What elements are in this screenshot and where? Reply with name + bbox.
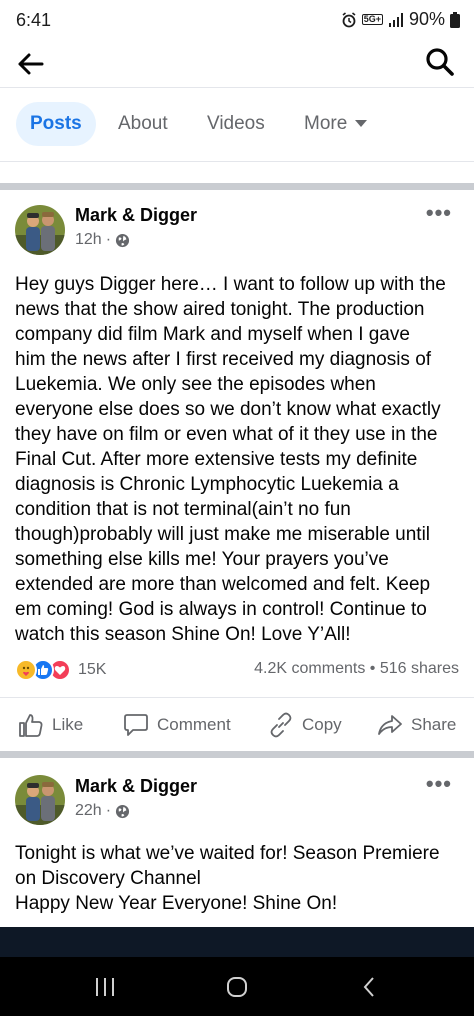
- search-icon[interactable]: [424, 46, 456, 78]
- meta-separator: ·: [105, 231, 112, 248]
- engagement-stats: 4.2K comments • 516 shares: [254, 660, 459, 678]
- post-body: Tonight is what we’ve waited for! Season…: [15, 841, 465, 916]
- post-line: news that the show aired tonight. The pr…: [15, 299, 425, 320]
- post-line: extended are more than welcomed and felt…: [15, 574, 431, 595]
- post-time[interactable]: 12h: [75, 231, 102, 249]
- comment-icon: [124, 714, 148, 736]
- post-action-bar: Like Comment Copy Share: [0, 697, 474, 751]
- link-icon: [270, 712, 292, 738]
- reaction-count: 15K: [78, 661, 107, 678]
- share-button[interactable]: Share: [377, 706, 456, 744]
- shares-count[interactable]: 516 shares: [380, 660, 459, 677]
- globe-icon: [115, 804, 130, 818]
- top-app-bar: [0, 40, 474, 88]
- tab-more-label: More: [304, 113, 348, 134]
- recent-apps-icon[interactable]: [94, 977, 116, 997]
- like-label: Like: [52, 715, 84, 734]
- post-line: diagnosis is Chronic Lymphocytic Luekemi…: [15, 474, 399, 495]
- post-time[interactable]: 22h: [75, 802, 102, 820]
- copy-button[interactable]: Copy: [268, 706, 342, 744]
- like-button[interactable]: Like: [18, 706, 83, 744]
- care-reaction-icon: [15, 659, 37, 681]
- alarm-icon: [342, 11, 356, 27]
- post-line: something else kills me! Your prayers yo…: [15, 549, 389, 570]
- post-line: him the news after I first received my d…: [15, 349, 432, 370]
- post-line: everyone else does so we don’t know what…: [15, 399, 441, 420]
- post-meta: 22h ·: [75, 802, 130, 820]
- tab-more[interactable]: More: [290, 102, 381, 146]
- post-line: they have on film or even what of it the…: [15, 424, 438, 445]
- meta-separator: ·: [105, 802, 112, 819]
- post-line: watch this season Shine On! Love Y’All!: [15, 624, 351, 645]
- more-options-icon[interactable]: •••: [426, 771, 452, 797]
- network-badge: 5G+: [361, 14, 383, 25]
- stats-separator: •: [369, 660, 376, 677]
- home-icon[interactable]: [226, 976, 248, 998]
- share-arrow-icon: [378, 715, 402, 735]
- post-line: Hey guys Digger here… I want to follow u…: [15, 274, 446, 295]
- caret-down-icon: [355, 120, 368, 128]
- post-divider: [0, 751, 474, 758]
- battery-icon: [450, 11, 460, 28]
- post-line: on Discovery Channel: [15, 868, 201, 889]
- comments-count[interactable]: 4.2K comments: [254, 660, 365, 677]
- battery-percent: 90%: [408, 9, 445, 29]
- back-nav-icon[interactable]: [362, 976, 376, 998]
- comment-label: Comment: [157, 715, 231, 734]
- post-author[interactable]: Mark & Digger: [75, 776, 197, 797]
- post-meta: 12h ·: [75, 231, 130, 249]
- tab-videos[interactable]: Videos: [193, 102, 279, 146]
- comment-button[interactable]: Comment: [123, 706, 231, 744]
- post-author[interactable]: Mark & Digger: [75, 205, 197, 226]
- back-arrow-icon[interactable]: [14, 48, 46, 80]
- media-preview[interactable]: [0, 927, 474, 957]
- status-time: 6:41: [16, 10, 52, 30]
- post-line: Tonight is what we’ve waited for! Season…: [15, 843, 440, 864]
- post-line: Happy New Year Everyone! Shine On!: [15, 893, 338, 914]
- share-label: Share: [411, 715, 457, 734]
- post-line: condition that is not terminal(ain’t no …: [15, 499, 351, 520]
- avatar[interactable]: [15, 205, 65, 255]
- thumbs-up-icon: [19, 714, 43, 737]
- more-options-icon[interactable]: •••: [426, 200, 452, 226]
- signal-icon: [388, 12, 403, 27]
- avatar[interactable]: [15, 775, 65, 825]
- status-indicators: 5G+ 90%: [341, 9, 460, 30]
- post-body: Hey guys Digger here… I want to follow u…: [15, 272, 465, 647]
- status-bar: 6:41 5G+ 90%: [0, 0, 474, 40]
- copy-label: Copy: [302, 715, 342, 734]
- post-line: Final Cut. After more extensive tests my…: [15, 449, 418, 470]
- globe-icon: [115, 233, 130, 247]
- post-line: though)probably will just make me misera…: [15, 524, 431, 545]
- system-nav-bar: [0, 957, 474, 1016]
- tab-about[interactable]: About: [104, 102, 182, 146]
- post-line: Luekemia. We only see the episodes when: [15, 374, 376, 395]
- tab-posts[interactable]: Posts: [16, 102, 96, 146]
- post-line: company did film Mark and myself when I …: [15, 324, 410, 345]
- post-line: em coming! God is always in control! Con…: [15, 599, 427, 620]
- post-card: Mark & Digger 22h · ••• Tonight is what …: [0, 758, 474, 927]
- section-divider: [0, 183, 474, 190]
- profile-tabs: Posts About Videos More: [0, 88, 474, 162]
- reaction-summary[interactable]: 15K: [15, 656, 106, 684]
